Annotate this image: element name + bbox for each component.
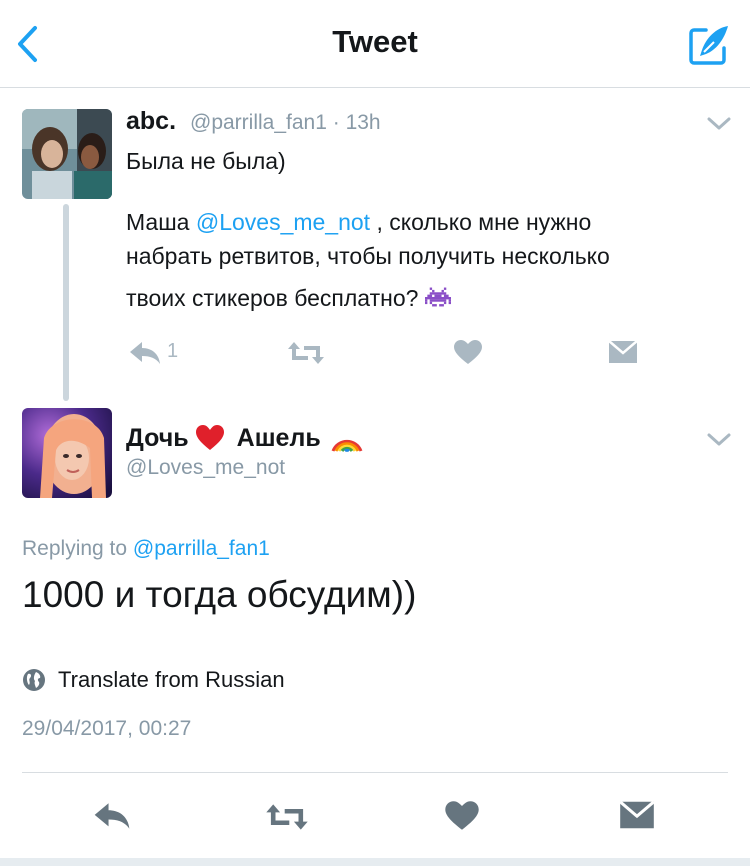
- reply-icon[interactable]: [92, 801, 132, 831]
- globe-icon: [23, 669, 45, 691]
- tweet-text: 1000 и тогда обсудим)): [22, 574, 417, 615]
- text-fragment: твоих стикеров бесплатно?: [126, 285, 425, 311]
- meta-separator: ·: [332, 111, 340, 134]
- retweet-icon[interactable]: [264, 802, 310, 832]
- rainbow-emoji: [331, 439, 363, 453]
- name-part: Дочь: [126, 423, 189, 452]
- alien-monster-emoji: [424, 287, 451, 307]
- tweet-text-line: Маша @Loves_me_not , сколько мне нужно: [126, 205, 591, 239]
- thread-connector-line: [63, 204, 69, 401]
- translate-label: Translate from Russian: [58, 667, 285, 692]
- tweet-text-line: Была не была): [126, 148, 286, 174]
- profile-photo: [22, 408, 112, 498]
- red-heart-emoji: [195, 425, 224, 450]
- author-name[interactable]: Дочь Ашель: [126, 423, 363, 453]
- compose-tweet-button[interactable]: [686, 22, 732, 68]
- replying-to-label: Replying to @parrilla_fan1: [22, 537, 270, 561]
- name-part: Ашель: [236, 423, 321, 452]
- profile-photo: [22, 109, 112, 199]
- direct-message-icon[interactable]: [608, 340, 638, 364]
- compose-tweet-icon: [689, 26, 728, 65]
- author-handle[interactable]: @parrilla_fan1: [190, 111, 327, 134]
- chevron-down-icon[interactable]: [706, 116, 732, 132]
- avatar[interactable]: [22, 109, 112, 199]
- tweet-timestamp: 29/04/2017, 00:27: [22, 717, 192, 740]
- tweet-time: 13h: [345, 111, 381, 134]
- chevron-down-icon[interactable]: [706, 432, 732, 448]
- direct-message-icon[interactable]: [619, 800, 655, 830]
- author-handle[interactable]: @Loves_me_not: [126, 456, 285, 480]
- author-name[interactable]: abc.: [126, 107, 176, 136]
- retweet-icon[interactable]: [286, 340, 326, 366]
- page-title: Tweet: [332, 24, 418, 59]
- text-fragment: , сколько мне нужно: [370, 209, 592, 235]
- tweet-text-line: твоих стикеров бесплатно?: [126, 281, 451, 315]
- reply-icon[interactable]: [128, 340, 162, 366]
- mention-link[interactable]: @Loves_me_not: [196, 209, 370, 235]
- divider: [22, 772, 728, 773]
- bottom-separator: [0, 858, 750, 866]
- like-icon[interactable]: [444, 800, 480, 831]
- translate-link[interactable]: Translate from Russian: [22, 667, 285, 693]
- text-fragment: Маша: [126, 209, 196, 235]
- replying-prefix: Replying to: [22, 537, 133, 560]
- mention-link[interactable]: @parrilla_fan1: [133, 537, 270, 560]
- reply-count: 1: [167, 340, 179, 362]
- avatar[interactable]: [22, 408, 112, 498]
- tweet-meta: @parrilla_fan1 · 13h: [190, 111, 381, 135]
- like-icon[interactable]: [453, 339, 483, 365]
- tweet-text-line: набрать ретвитов, чтобы получить несколь…: [126, 243, 610, 269]
- navigation-header: Tweet: [0, 0, 750, 88]
